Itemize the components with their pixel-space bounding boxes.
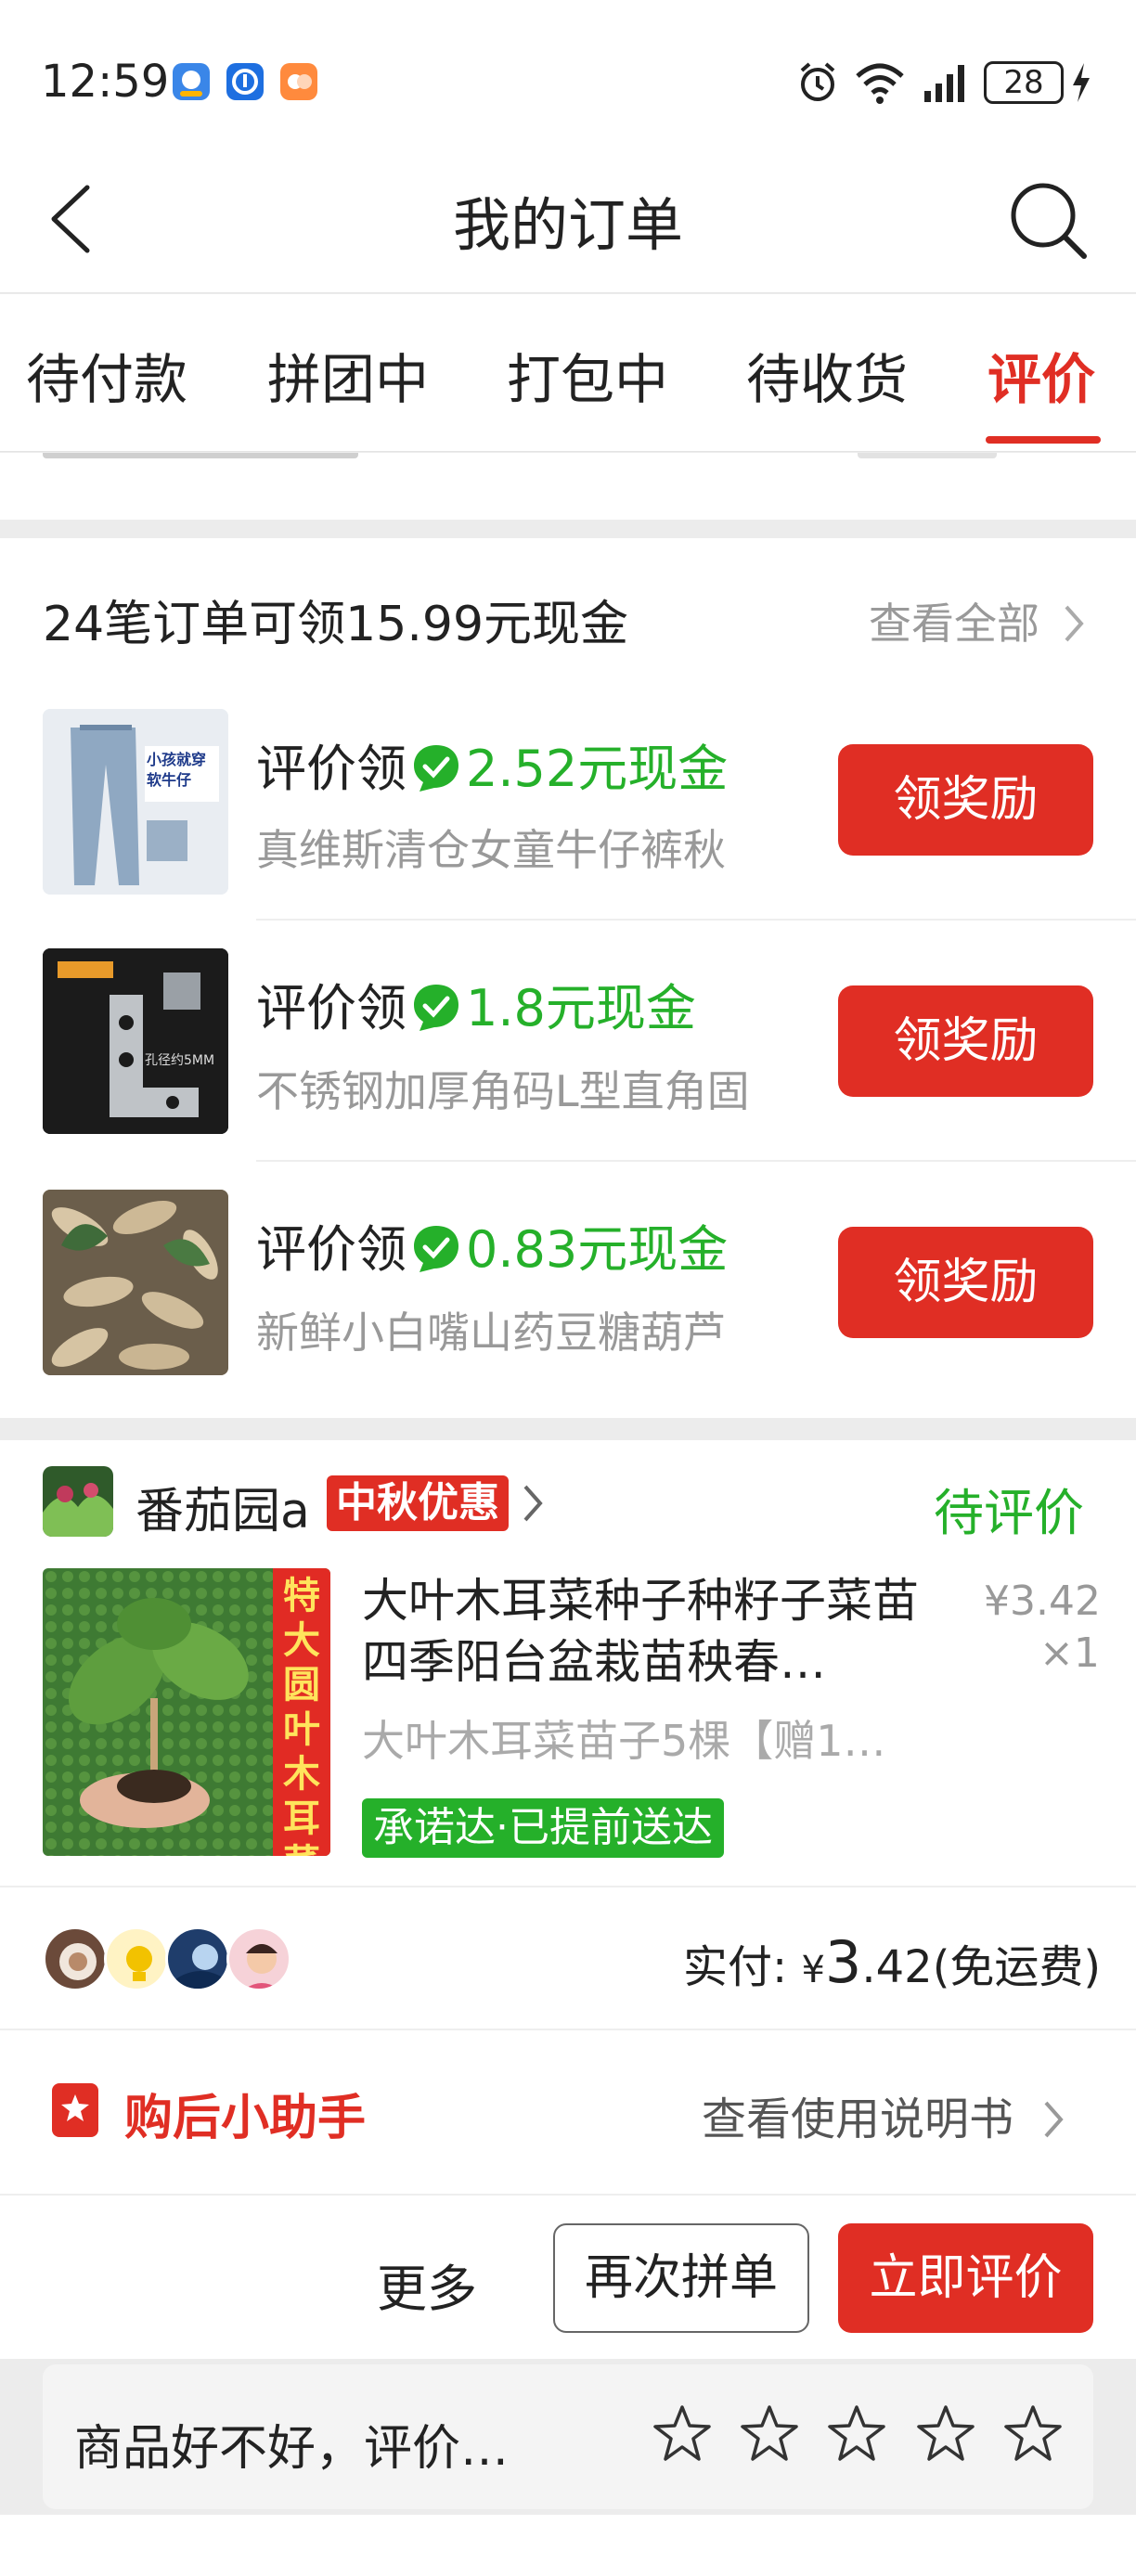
active-tab-indicator [986,436,1101,444]
shop-name[interactable]: 番茄园a [136,1472,310,1541]
thumbnail-caption: 孔径约5MM [145,1053,215,1068]
reward-title: 评价领 2.52元现金 [256,728,728,801]
bottom-area [0,2515,1136,2576]
cash-check-icon [414,1226,458,1272]
reward-amount: 2.52元现金 [466,740,729,798]
view-all-link[interactable]: 查看全部 [869,590,1087,651]
cash-check-icon [414,745,458,792]
divider [0,1886,1136,1887]
quantity: ×1 [1039,1629,1100,1677]
avatar [165,1926,230,1991]
chevron-right-icon[interactable] [520,1483,546,1524]
tab-packing[interactable]: 打包中 [507,336,668,414]
partially-visible-section [0,453,1136,520]
product-spec: 大叶木耳菜苗子5棵【赠1… [362,1716,886,1766]
paid-amount: 实付: ¥3.42(免运费) [683,1928,1101,1996]
yam-beans-image [43,1190,228,1375]
unit-price: ¥3.42 [984,1578,1101,1625]
tab-group-buying[interactable]: 拼团中 [267,336,429,414]
reward-amount: 1.8元现金 [466,979,696,1037]
star-icon[interactable] [1002,2403,1064,2465]
paid-int: 3 [824,1928,862,1996]
shop-avatar[interactable] [43,1466,113,1537]
shop-logo-image [43,1466,113,1537]
app-notification-icon [173,63,210,100]
battery-indicator: 28 [984,61,1064,104]
rewards-header: 24笔订单可领15.99元现金 [43,597,629,652]
jeans-image [43,709,228,895]
avatar [43,1926,108,1991]
paid-dec: .42 [861,1941,933,1993]
wifi-icon [856,63,904,104]
reward-title: 评价领 0.83元现金 [256,1208,728,1282]
cash-check-icon [414,985,458,1031]
paid-note: (免运费) [932,1941,1102,1993]
paid-label: 实付: [683,1941,802,1993]
bracket-image [43,948,228,1134]
tab-review[interactable]: 评价 [988,336,1095,414]
battery-level: 28 [1003,64,1044,101]
star-icon[interactable] [826,2403,887,2465]
reward-amount: 0.83元现金 [466,1220,729,1279]
row-divider [256,1160,1136,1162]
manual-link[interactable]: 查看使用说明书 [702,2082,1066,2147]
promo-badge: 中秋优惠 [327,1475,509,1531]
page-title: 我的订单 [452,191,683,259]
claim-reward-button[interactable]: 领奖励 [838,744,1093,856]
alarm-icon [800,62,835,101]
avatar [226,1926,291,1991]
signal-icon [924,65,964,102]
status-time: 12:59 [41,56,170,108]
tab-pending-payment[interactable]: 待付款 [26,336,187,414]
reward-prefix: 评价领 [256,1220,407,1279]
tab-pending-receipt[interactable]: 待收货 [746,336,908,414]
product-title[interactable]: 大叶木耳菜种子种籽子菜苗四季阳台盆栽苗秧春… [362,1570,919,1693]
app-notification-icon-3 [280,63,317,100]
star-icon[interactable] [739,2403,800,2465]
chevron-right-icon [1044,2101,1064,2138]
reward-product-name: 新鲜小白嘴山药豆糖葫芦 [256,1307,726,1358]
avatar [104,1926,169,1991]
reward-product-name: 不锈钢加厚角码L型直角固 [256,1066,750,1116]
product-image[interactable]: 特大圆叶木耳菜苗 [43,1568,330,1856]
order-status: 待评价 [934,1484,1084,1542]
regroup-button[interactable]: 再次拼单 [553,2223,809,2333]
claim-reward-button[interactable]: 领奖励 [838,1227,1093,1338]
star-icon[interactable] [652,2403,713,2465]
image-banner-text: 特大圆叶木耳菜苗 [283,1575,320,1856]
manual-link-label: 查看使用说明书 [702,2093,1014,2145]
charging-icon [1073,63,1090,102]
claim-reward-button[interactable]: 领奖励 [838,985,1093,1097]
chevron-right-icon [1065,605,1084,642]
divider [0,2194,1136,2196]
reward-prefix: 评价领 [256,740,407,798]
app-notification-icon-2 [226,63,264,100]
star-icon[interactable] [915,2403,976,2465]
view-all-label: 查看全部 [869,599,1039,649]
product-thumbnail-jeans[interactable]: 小孩就穿软牛仔 [43,709,228,895]
paid-currency: ¥ [801,1949,825,1991]
search-icon[interactable] [1006,178,1090,262]
reward-title: 评价领 1.8元现金 [256,967,696,1040]
rating-prompt: 商品好不好，评价… [74,2421,510,2477]
bookmark-icon [52,2083,98,2137]
delivery-tag: 承诺达·已提前送达 [362,1798,724,1858]
thumbnail-caption: 小孩就穿软牛仔 [147,751,207,789]
divider [0,2029,1136,2030]
more-button[interactable]: 更多 [377,2248,477,2321]
row-divider [256,919,1136,921]
assistant-label[interactable]: 购后小助手 [124,2079,366,2148]
reward-product-name: 真维斯清仓女童牛仔裤秋 [256,825,726,875]
product-thumbnail-yam-beans[interactable] [43,1190,228,1375]
reward-prefix: 评价领 [256,979,407,1037]
review-now-button[interactable]: 立即评价 [838,2223,1093,2333]
product-thumbnail-bracket[interactable]: 孔径约5MM [43,948,228,1134]
